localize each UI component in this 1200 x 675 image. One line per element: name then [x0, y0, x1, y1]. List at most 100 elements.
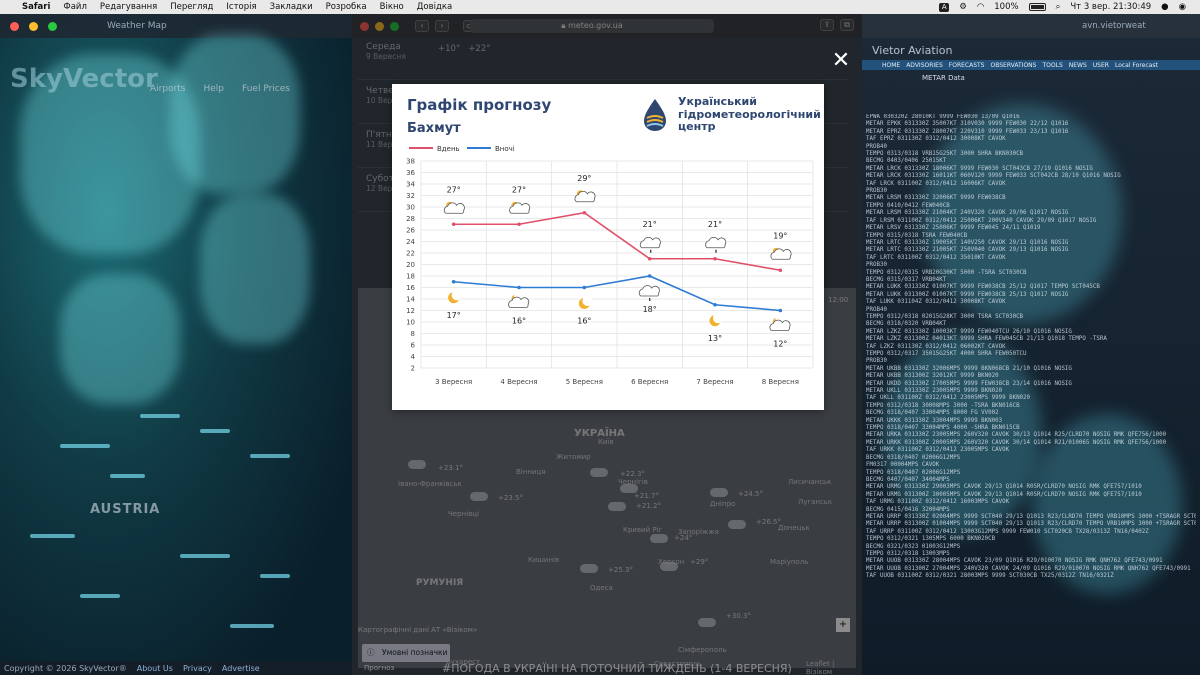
close-window-button[interactable] [10, 21, 19, 31]
nav-news[interactable]: NEWS [1069, 62, 1087, 69]
wifi-icon[interactable]: ◠ [977, 2, 984, 12]
vietor-brand[interactable]: Vietor Aviation [872, 44, 952, 57]
footer-link-privacy[interactable]: Privacy [183, 664, 212, 673]
menu-help[interactable]: Довідка [417, 2, 452, 12]
safari-toolbar: ‹ › ▭ 🔒︎ meteo.gov.ua ⇪ ⧉ [352, 14, 862, 38]
nav-tools[interactable]: TOOLS [1042, 62, 1062, 69]
partly-cloudy-icon [443, 201, 465, 214]
metar-line: METAR URKK 031300Z 20005MPS 260V320 CAVO… [866, 439, 1167, 446]
y-tick-label: 10 [406, 319, 415, 327]
zoom-window-button[interactable] [390, 21, 399, 31]
moon-icon [578, 296, 593, 309]
metar-line: METAR UUOB 031300Z 27004MPS 240V320 CAVO… [866, 565, 1191, 572]
menu-history[interactable]: Історія [226, 2, 256, 12]
footer-link-advertise[interactable]: Advertise [222, 664, 260, 673]
menu-bar: Safari Файл Редагування Перегляд Історія… [0, 0, 1200, 14]
metar-line: FM0317 00004MPS CAVOK [866, 462, 940, 469]
data-label: 12° [773, 340, 787, 349]
menu-view[interactable]: Перегляд [170, 2, 213, 12]
footer-link-about[interactable]: About Us [137, 664, 173, 673]
news-headline[interactable]: #ПОГОДА В УКРАЇНІ НА ПОТОЧНИЙ ТИЖДЕНЬ (1… [442, 662, 792, 675]
map-source-credit[interactable]: Leaflet | Візіком [806, 660, 856, 675]
y-tick-label: 24 [406, 238, 415, 246]
nav-local-forecast[interactable]: Local Forecast [1115, 62, 1158, 69]
map-city: Донецьк [778, 524, 810, 532]
y-tick-label: 12 [406, 307, 415, 315]
metar-line: TAF LRTC 031100Z 0312/0412 35010KT CAVOK [866, 254, 1006, 261]
weather-radar-blob [170, 34, 300, 194]
metar-line: TAF URKK 031100Z 0312/0412 23005MPS CAVO… [866, 447, 1010, 454]
left-tab-title[interactable]: Weather Map [107, 21, 167, 31]
menu-develop[interactable]: Розробка [326, 2, 367, 12]
metar-marker [140, 414, 180, 418]
map-region-label: AUSTRIA [90, 502, 161, 517]
forecast-day-row[interactable]: Середа 9 Вересня +10° +22° [358, 38, 848, 80]
menu-app-safari[interactable]: Safari [22, 2, 50, 12]
skyvector-footer: Copyright © 2026 SkyVector® About Us Pri… [0, 661, 352, 675]
close-modal-icon[interactable]: ✕ [830, 50, 852, 72]
metar-line: TAF LUKK 031104Z 0312/0412 30008KT CAVOK [866, 299, 1006, 306]
menu-window[interactable]: Вікно [380, 2, 404, 12]
skyvector-logo[interactable]: SkyVector [10, 64, 158, 94]
y-tick-label: 14 [406, 296, 415, 304]
menu-bookmarks[interactable]: Закладки [270, 2, 313, 12]
data-label: 16° [577, 317, 591, 326]
nav-help[interactable]: Help [204, 84, 225, 94]
y-tick-label: 30 [406, 204, 415, 212]
metar-line: METAR UKLL 031330Z 23005MPS 9999 BKN020 [866, 388, 1003, 395]
nav-forecasts[interactable]: FORECASTS [949, 62, 985, 69]
battery-icon[interactable] [1028, 3, 1046, 11]
map-temperature: +24° [674, 534, 693, 542]
address-bar[interactable]: 🔒︎ meteo.gov.ua [470, 19, 714, 33]
metar-line: TAF EPRZ 031130Z 0312/0412 30008KT CAVOK [866, 136, 1006, 143]
siri-icon[interactable]: ◉ [1179, 2, 1186, 12]
map-city: Сімферополь [678, 646, 727, 654]
y-tick-label: 26 [406, 227, 415, 235]
metar-line: BECMG 0403/0406 25015KT [866, 158, 947, 165]
metar-line: TEMPO 0312/0318 30008MPS 3000 -TSRA BKN0… [866, 402, 1020, 409]
legend-button-label: Умовні позначки [382, 648, 448, 657]
data-label: 16° [512, 317, 526, 326]
menu-file[interactable]: Файл [63, 2, 86, 12]
tabs-overview-icon[interactable]: ⧉ [840, 19, 854, 31]
cloud-rain-icon [705, 236, 727, 253]
share-icon[interactable]: ⇪ [820, 19, 834, 31]
minimize-window-button[interactable] [375, 21, 384, 31]
menu-edit[interactable]: Редагування [100, 2, 157, 12]
vietor-nav: HOME ADVISORIES FORECASTS OBSERVATIONS T… [862, 60, 1200, 70]
metar-line: METAR LRSM 031330Z 21004KT 240V320 CAVOK… [866, 210, 1069, 217]
zoom-window-button[interactable] [48, 21, 57, 31]
metar-line: METAR LRTC 031330Z 21005KT 250V040 CAVOK… [866, 247, 1069, 254]
close-window-button[interactable] [360, 21, 369, 31]
clock[interactable]: Чт 3 вер. 21:30:49 [1070, 2, 1151, 12]
map-temperature: +29° [690, 558, 709, 566]
map-temperature: +26.5° [756, 518, 781, 526]
nav-observations[interactable]: OBSERVATIONS [990, 62, 1036, 69]
control-center-icon[interactable]: ⚙ [959, 2, 967, 12]
map-time-label: 12:00 [828, 296, 849, 304]
minimize-window-button[interactable] [29, 21, 38, 31]
metar-line: METAR UKKK 031330Z 33004MPS 9999 BKN003 [866, 417, 1003, 424]
zoom-in-button[interactable]: + [836, 618, 850, 632]
map-temperature: +25.3° [608, 566, 633, 574]
weather-radar-blob [60, 274, 180, 404]
user-icon[interactable]: ● [1161, 2, 1168, 12]
nav-home[interactable]: HOME [882, 62, 900, 69]
map-city: Житомир [556, 453, 591, 461]
nav-airports[interactable]: Airports [150, 84, 186, 94]
data-label: 29° [577, 174, 591, 183]
nav-user[interactable]: USER [1093, 62, 1109, 69]
data-point [713, 302, 717, 307]
right-window-url[interactable]: avn.vietorweat [1082, 21, 1146, 31]
cloud-icon [650, 534, 668, 543]
metar-line: BECMG 0318/0407 33004MPS 8000 FG VV002 [866, 410, 999, 417]
vietor-aviation-window: avn.vietorweat Vietor Aviation HOME ADVI… [862, 14, 1200, 675]
nav-advisories[interactable]: ADVISORIES [906, 62, 943, 69]
forward-button[interactable]: › [435, 20, 449, 32]
keyboard-layout-icon[interactable]: A [939, 2, 950, 12]
metar-line: PROB30 [866, 358, 887, 365]
legend-button[interactable]: ⓘ Умовні позначки [362, 644, 450, 662]
nav-fuel-prices[interactable]: Fuel Prices [242, 84, 290, 94]
back-button[interactable]: ‹ [415, 20, 429, 32]
search-icon[interactable]: ⌕ [1056, 2, 1061, 12]
